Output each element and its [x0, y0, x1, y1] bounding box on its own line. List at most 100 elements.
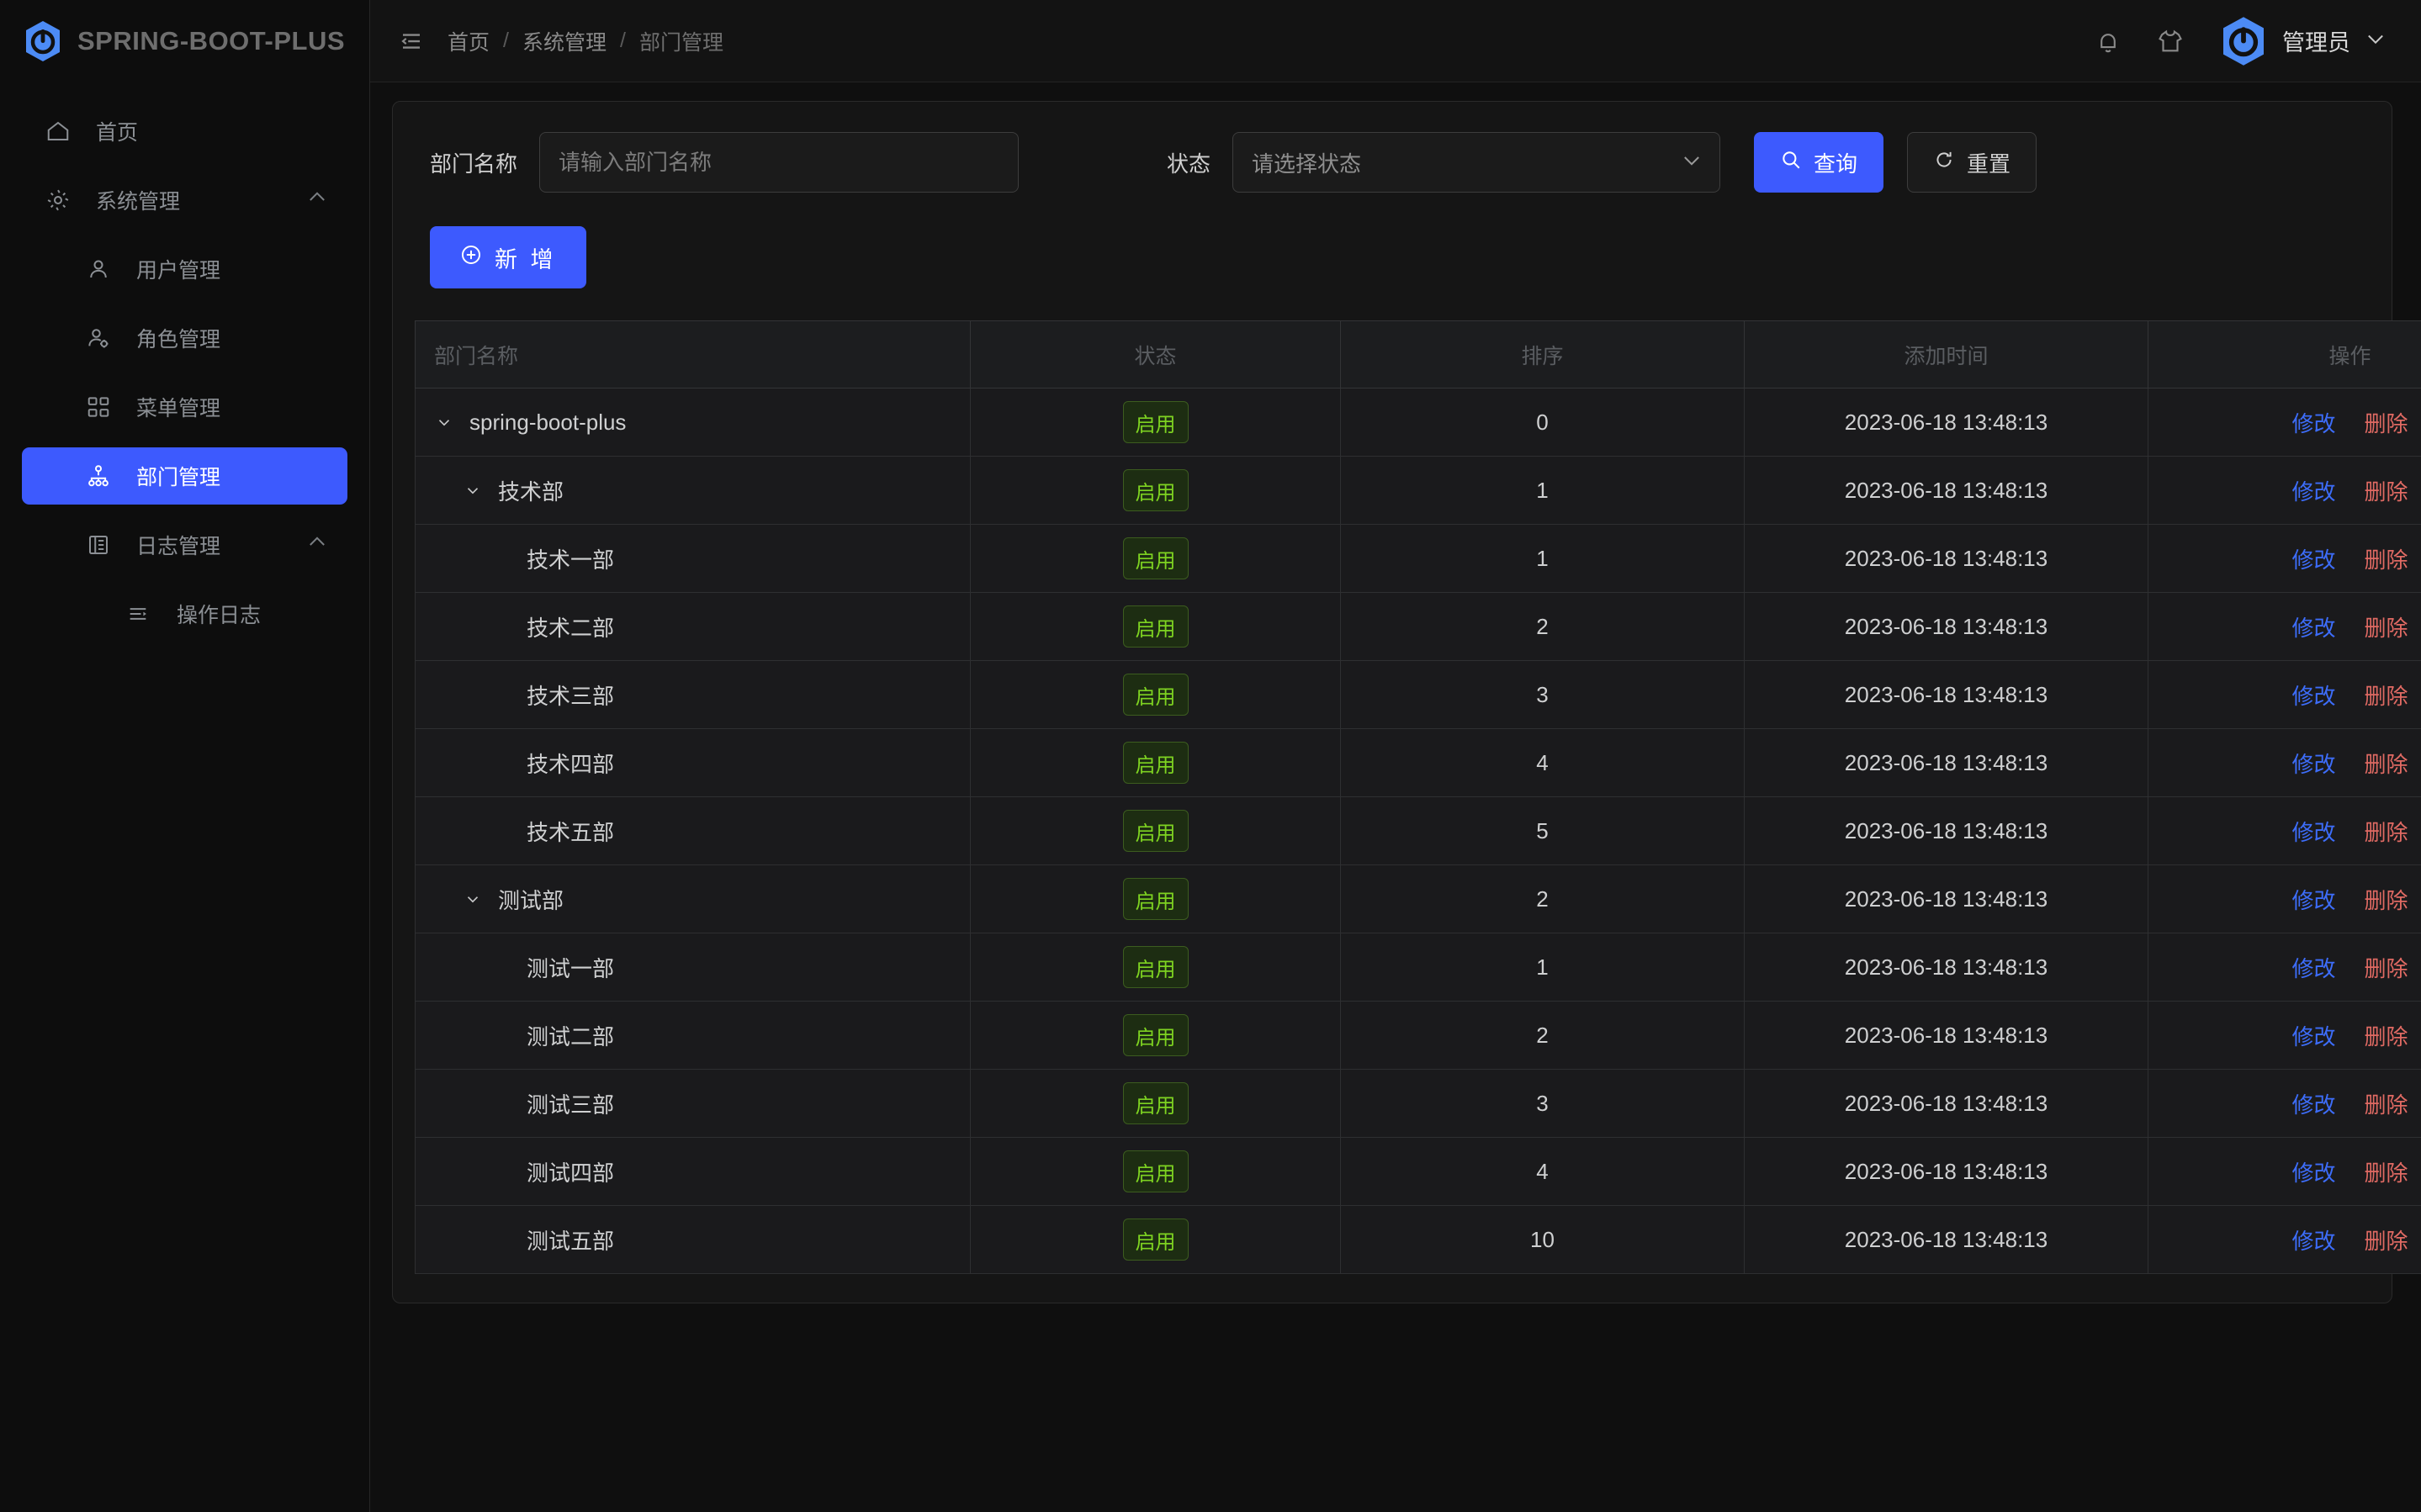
created-time: 2023-06-18 13:48:13 [1844, 1158, 2048, 1184]
cell-operations: 修改 删除 [2148, 660, 2421, 729]
department-name-input[interactable] [539, 132, 1020, 193]
sort-value: 10 [1530, 1226, 1555, 1252]
edit-link[interactable]: 修改 [2291, 748, 2335, 779]
created-time: 2023-06-18 13:48:13 [1844, 1090, 2048, 1116]
status-select[interactable]: 请选择状态 [1232, 132, 1721, 193]
table-row: 测试二部 启用 2 2023-06-18 13:48:13 修改 删除 [415, 1001, 2421, 1070]
sidebar-item-label: 角色管理 [136, 328, 221, 352]
edit-link[interactable]: 修改 [2291, 1156, 2335, 1187]
cell-operations: 修改 删除 [2148, 388, 2421, 457]
sidebar-item-operation-log[interactable]: 操作日志 [22, 585, 347, 642]
sort-value: 4 [1536, 749, 1549, 775]
edit-link[interactable]: 修改 [2291, 884, 2335, 915]
home-icon [45, 119, 81, 144]
cell-operations: 修改 删除 [2148, 524, 2421, 593]
chevron-down-icon[interactable] [2364, 27, 2387, 55]
department-name: 测试五部 [527, 1228, 615, 1254]
sort-value: 2 [1536, 613, 1549, 639]
cell-time: 2023-06-18 13:48:13 [1744, 592, 2148, 661]
department-name: 测试二部 [527, 1023, 615, 1049]
add-button-label: 新 增 [495, 246, 557, 272]
cell-time: 2023-06-18 13:48:13 [1744, 728, 2148, 797]
delete-link[interactable]: 删除 [2365, 1224, 2408, 1256]
edit-link[interactable]: 修改 [2291, 475, 2335, 506]
column-header-status: 状态 [970, 320, 1341, 389]
delete-link[interactable]: 删除 [2365, 543, 2408, 574]
status-select-wrap: 请选择状态 [1232, 132, 1721, 193]
user-menu[interactable]: 管理员 [2218, 16, 2387, 66]
delete-link[interactable]: 删除 [2365, 1020, 2408, 1051]
list-icon [126, 602, 162, 626]
breadcrumb-item-home[interactable]: 首页 [448, 26, 490, 56]
delete-link[interactable]: 删除 [2365, 611, 2408, 642]
cell-status: 启用 [970, 524, 1341, 593]
plus-circle-icon [459, 243, 483, 272]
cell-sort: 2 [1340, 864, 1745, 933]
delete-link[interactable]: 删除 [2365, 952, 2408, 983]
cell-sort: 4 [1340, 728, 1745, 797]
query-button[interactable]: 查询 [1754, 132, 1884, 193]
shirt-icon[interactable] [2156, 27, 2185, 56]
edit-link[interactable]: 修改 [2291, 1020, 2335, 1051]
add-button[interactable]: 新 增 [430, 226, 586, 288]
edit-link[interactable]: 修改 [2291, 543, 2335, 574]
cell-status: 启用 [970, 933, 1341, 1002]
edit-link[interactable]: 修改 [2291, 679, 2335, 711]
delete-link[interactable]: 删除 [2365, 407, 2408, 438]
chevron-up-icon[interactable] [305, 531, 329, 560]
table-row: 技术二部 启用 2 2023-06-18 13:48:13 修改 删除 [415, 592, 2421, 661]
menu-fold-icon[interactable] [399, 29, 424, 54]
sidebar-item-user-management[interactable]: 用户管理 [22, 241, 347, 298]
edit-link[interactable]: 修改 [2291, 816, 2335, 847]
cell-operations: 修改 删除 [2148, 456, 2421, 525]
status-badge: 启用 [1122, 878, 1189, 920]
cell-operations: 修改 删除 [2148, 1069, 2421, 1138]
book-icon [86, 532, 121, 558]
column-header-time: 添加时间 [1744, 320, 2148, 389]
delete-link[interactable]: 删除 [2365, 816, 2408, 847]
sidebar-item-log-management[interactable]: 日志管理 [22, 516, 347, 574]
cell-department-name: 技术二部 [415, 592, 971, 661]
cell-time: 2023-06-18 13:48:13 [1744, 1069, 2148, 1138]
created-time: 2023-06-18 13:48:13 [1844, 749, 2048, 775]
table-row: 技术四部 启用 4 2023-06-18 13:48:13 修改 删除 [415, 728, 2421, 797]
cell-sort: 1 [1340, 456, 1745, 525]
delete-link[interactable]: 删除 [2365, 1088, 2408, 1119]
table-row: 测试一部 启用 1 2023-06-18 13:48:13 修改 删除 [415, 933, 2421, 1002]
expand-toggle-icon[interactable] [431, 413, 458, 431]
brand-logo[interactable]: SPRING-BOOT-PLUS [0, 0, 369, 82]
created-time: 2023-06-18 13:48:13 [1844, 545, 2048, 571]
edit-link[interactable]: 修改 [2291, 952, 2335, 983]
status-badge: 启用 [1122, 1082, 1189, 1124]
chevron-up-icon[interactable] [305, 186, 329, 215]
edit-link[interactable]: 修改 [2291, 611, 2335, 642]
status-badge: 启用 [1122, 1150, 1189, 1192]
sidebar-item-home[interactable]: 首页 [22, 103, 347, 160]
cell-status: 启用 [970, 728, 1341, 797]
delete-link[interactable]: 删除 [2365, 679, 2408, 711]
sidebar-item-system[interactable]: 系统管理 [22, 172, 347, 229]
sidebar-menu: 首页 系统管理 用户管理 角色管理 菜单管理 部门管理 日志管理 操作日志 [0, 82, 369, 642]
edit-link[interactable]: 修改 [2291, 1224, 2335, 1256]
sidebar-item-department-management[interactable]: 部门管理 [22, 447, 347, 505]
delete-link[interactable]: 删除 [2365, 748, 2408, 779]
expand-toggle-icon[interactable] [459, 481, 486, 500]
department-name-label: 部门名称 [430, 151, 518, 177]
bell-icon[interactable] [2094, 27, 2122, 56]
status-badge: 启用 [1122, 1219, 1189, 1261]
expand-toggle-icon[interactable] [459, 890, 486, 908]
cell-sort: 5 [1340, 796, 1745, 865]
sidebar-item-role-management[interactable]: 角色管理 [22, 309, 347, 367]
cell-sort: 3 [1340, 1069, 1745, 1138]
edit-link[interactable]: 修改 [2291, 1088, 2335, 1119]
edit-link[interactable]: 修改 [2291, 407, 2335, 438]
breadcrumb-item-system[interactable]: 系统管理 [522, 26, 607, 56]
user-name: 管理员 [2282, 30, 2350, 56]
delete-link[interactable]: 删除 [2365, 884, 2408, 915]
cell-operations: 修改 删除 [2148, 933, 2421, 1002]
cell-sort: 1 [1340, 933, 1745, 1002]
sidebar-item-menu-management[interactable]: 菜单管理 [22, 378, 347, 436]
delete-link[interactable]: 删除 [2365, 1156, 2408, 1187]
reset-button[interactable]: 重置 [1907, 132, 2037, 193]
delete-link[interactable]: 删除 [2365, 475, 2408, 506]
